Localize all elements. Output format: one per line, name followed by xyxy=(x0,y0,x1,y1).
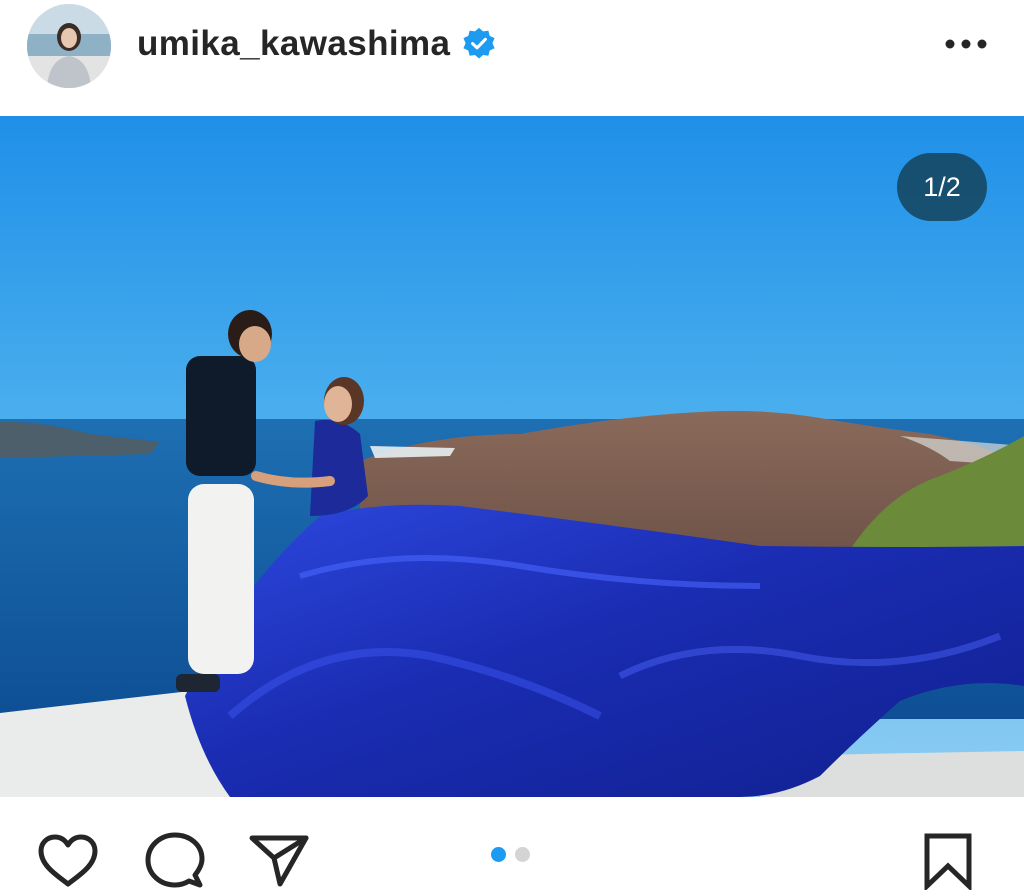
username[interactable]: umika_kawashima xyxy=(137,24,450,64)
more-horizontal-icon xyxy=(945,39,987,49)
carousel-dot-1[interactable] xyxy=(491,847,506,862)
send-icon xyxy=(249,835,309,887)
save-button[interactable] xyxy=(922,832,974,892)
carousel-dot-2[interactable] xyxy=(515,847,530,862)
image-counter-badge: 1/2 xyxy=(897,153,987,221)
avatar[interactable] xyxy=(27,4,111,88)
more-options-button[interactable] xyxy=(938,24,994,64)
bookmark-icon xyxy=(924,833,972,892)
image-counter-text: 1/2 xyxy=(923,171,961,202)
like-button[interactable] xyxy=(36,833,100,889)
avatar-photo xyxy=(27,4,111,88)
verified-badge-icon xyxy=(463,27,495,59)
post-image[interactable] xyxy=(0,116,1024,797)
heart-icon xyxy=(38,834,98,887)
comment-button[interactable] xyxy=(145,831,205,891)
comment-icon xyxy=(145,832,205,888)
share-button[interactable] xyxy=(248,832,310,888)
carousel-indicator xyxy=(491,847,530,862)
username-row: umika_kawashima xyxy=(137,22,496,66)
photo-scene xyxy=(0,116,1024,797)
post-header: umika_kawashima xyxy=(0,0,1024,116)
